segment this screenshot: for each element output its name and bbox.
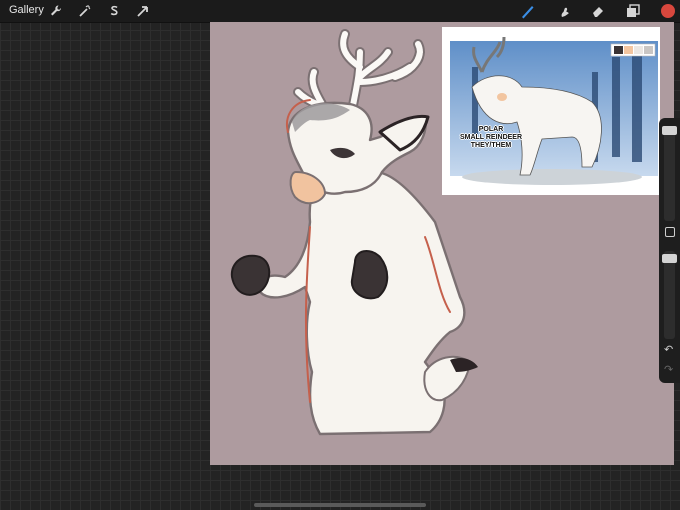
palette-swatch xyxy=(644,46,653,54)
modify-button[interactable] xyxy=(665,227,675,237)
palette-swatch xyxy=(624,46,633,54)
caption-line: POLAR xyxy=(478,126,504,133)
transform-arrow-icon[interactable] xyxy=(135,3,151,19)
palette-swatch xyxy=(634,46,643,54)
layers-icon[interactable] xyxy=(625,3,641,19)
wrench-icon[interactable] xyxy=(48,3,64,19)
top-toolbar: Gallery xyxy=(0,0,680,23)
reference-caption: POLAR SMALL REINDEER THEY/THEM xyxy=(446,126,536,150)
eraser-icon[interactable] xyxy=(590,3,606,19)
reference-image[interactable]: POLAR SMALL REINDEER THEY/THEM xyxy=(442,27,660,195)
opacity-slider[interactable] xyxy=(662,251,677,339)
brush-icon[interactable] xyxy=(520,3,536,19)
magic-wand-icon[interactable] xyxy=(77,3,93,19)
caption-line: SMALL REINDEER xyxy=(459,134,523,141)
side-toolbar: ↶ ↷ xyxy=(659,118,680,383)
home-indicator[interactable] xyxy=(254,503,426,507)
opacity-thumb[interactable] xyxy=(662,254,677,263)
left-fist xyxy=(230,254,271,296)
undo-icon[interactable]: ↶ xyxy=(664,343,673,356)
smudge-icon[interactable] xyxy=(556,3,572,19)
color-picker-button[interactable] xyxy=(661,4,675,18)
selection-s-icon[interactable] xyxy=(106,3,122,19)
brush-size-slider[interactable] xyxy=(662,126,677,221)
color-palette xyxy=(614,46,653,54)
gallery-button[interactable]: Gallery xyxy=(9,4,44,16)
brush-size-thumb[interactable] xyxy=(662,126,677,135)
palette-swatch xyxy=(614,46,623,54)
right-fist xyxy=(350,250,389,300)
caption-line: THEY/THEM xyxy=(470,142,512,149)
redo-icon[interactable]: ↷ xyxy=(664,363,673,376)
